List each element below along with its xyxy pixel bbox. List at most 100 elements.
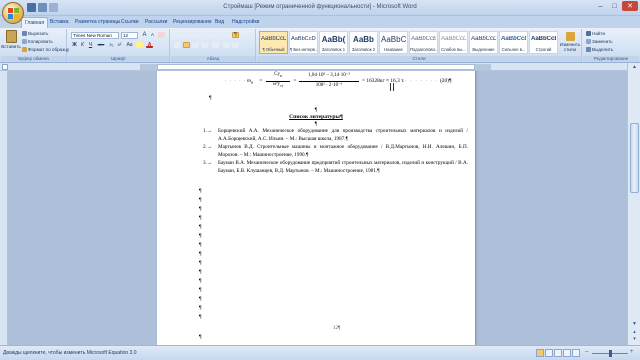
replace-label: Заменить	[592, 39, 613, 44]
font-size-field[interactable]: 12	[121, 32, 138, 39]
frac2-denominator: 100² · 2·10⁻³	[315, 83, 343, 88]
outline-icon[interactable]	[563, 349, 571, 357]
prev-page-icon[interactable]: ▴	[630, 329, 639, 336]
draft-icon[interactable]	[572, 349, 580, 357]
style-name: Заголовок 1	[321, 47, 346, 52]
equation-object[interactable]: · · · · · · mд = Cyв ω²yст = 1,04·10⁵ – …	[225, 71, 465, 93]
font-group-label: Шрифт	[68, 56, 169, 62]
grow-font-button[interactable]: A	[141, 32, 148, 38]
zoom-knob[interactable]	[609, 350, 612, 357]
style-heading-1[interactable]: AaBb( Заголовок 1	[319, 31, 348, 54]
style-subtle-emphasis[interactable]: AaBbCcD Слабое вы...	[439, 31, 468, 54]
numbering-icon[interactable]	[183, 32, 190, 38]
list-item: Борщевский А.А. Механическое оборудовани…	[218, 128, 468, 142]
window-title: Строймаш [Режим ограниченной функциональ…	[223, 4, 417, 10]
highlight-icon[interactable]	[136, 42, 143, 48]
style-title[interactable]: AaBbC Название	[379, 31, 408, 54]
paste-button[interactable]: Вставить	[1, 30, 21, 49]
tab-page-layout[interactable]: Разметка страницы	[72, 17, 123, 28]
zoom-slider[interactable]: – +	[584, 349, 636, 357]
find-button[interactable]: Найти	[586, 31, 605, 36]
align-right-icon[interactable]	[192, 42, 199, 48]
select-button[interactable]: Выделить	[586, 47, 613, 52]
justify-icon[interactable]	[201, 42, 208, 48]
font-name-field[interactable]: Times New Roman	[71, 32, 119, 39]
line-spacing-icon[interactable]	[212, 42, 219, 48]
style-sample: AaBb(	[321, 35, 346, 44]
zoom-in-icon[interactable]: +	[630, 349, 634, 355]
style-strong[interactable]: AaBbCcE Строгий	[529, 31, 558, 54]
subscript-button[interactable]: x₂	[108, 42, 115, 48]
tab-references[interactable]: Ссылки	[118, 17, 142, 28]
tab-insert[interactable]: Вставка	[47, 17, 72, 28]
vertical-ruler[interactable]	[0, 71, 8, 345]
change-styles-button[interactable]: Изменить стили	[560, 32, 580, 52]
borders-icon[interactable]	[232, 42, 239, 48]
minimize-button[interactable]: –	[594, 1, 607, 11]
style-heading-2[interactable]: AaBb Заголовок 2	[349, 31, 378, 54]
office-button[interactable]	[2, 2, 24, 24]
format-painter-button[interactable]: Формат по образцу	[22, 47, 69, 52]
shrink-font-button[interactable]: A	[149, 32, 156, 38]
increase-indent-icon[interactable]	[212, 32, 219, 38]
style-emphasis[interactable]: AaBbCcD Выделение	[469, 31, 498, 54]
tab-addins[interactable]: Надстройки	[229, 17, 262, 28]
full-screen-reading-icon[interactable]	[545, 349, 553, 357]
italic-button[interactable]: К	[79, 42, 86, 48]
select-arrow-icon	[586, 47, 591, 52]
paragraph-mark: ¶	[209, 95, 212, 101]
style-name: Выделение	[472, 47, 495, 52]
document-page[interactable]: · · · · · · mд = Cyв ω²yст = 1,04·10⁵ – …	[157, 71, 475, 345]
strikethrough-button[interactable]: abe	[96, 42, 106, 48]
horizontal-ruler[interactable]	[0, 63, 640, 71]
clear-format-icon[interactable]	[158, 32, 165, 38]
list-number: 2.→	[203, 144, 213, 150]
align-center-icon[interactable]	[183, 42, 190, 48]
align-left-icon[interactable]	[174, 42, 181, 48]
frac1-denominator: ω²yст	[272, 82, 284, 88]
paragraph-mark: ¶	[199, 296, 202, 302]
close-button[interactable]: ✕	[622, 1, 638, 11]
ruler-scale	[157, 64, 475, 70]
decrease-indent-icon[interactable]	[203, 32, 210, 38]
web-layout-icon[interactable]	[554, 349, 562, 357]
next-page-icon[interactable]: ▾	[630, 336, 639, 343]
cut-button[interactable]: Вырезать	[22, 31, 48, 36]
underline-button[interactable]: Ч	[87, 42, 94, 48]
scroll-down-icon[interactable]: ▼	[630, 321, 639, 328]
tab-selector-icon[interactable]	[2, 64, 8, 70]
multilevel-list-icon[interactable]	[192, 32, 199, 38]
text-cursor-icon	[390, 83, 394, 91]
change-case-button[interactable]: Aa	[126, 42, 133, 48]
bullets-icon[interactable]	[174, 32, 181, 38]
paragraph-mark: ¶	[199, 269, 202, 275]
paste-label: Вставить	[1, 44, 21, 49]
format-painter-label: Формат по образцу	[28, 47, 70, 52]
replace-button[interactable]: Заменить	[586, 39, 613, 44]
maximize-button[interactable]: □	[608, 1, 621, 11]
zoom-out-icon[interactable]: –	[585, 349, 588, 355]
style-no-spacing[interactable]: AaBbCcDd ¶ Без интерв...	[289, 31, 318, 54]
bold-button[interactable]: Ж	[71, 42, 78, 48]
style-intense-emphasis[interactable]: AaBbCcD Сильное в...	[499, 31, 528, 54]
style-subtitle[interactable]: AaBbCcE Подзаголово...	[409, 31, 438, 54]
vertical-scrollbar[interactable]: ▲ ▼ ▴ ▾	[627, 63, 640, 345]
style-normal[interactable]: AaBbCcD ¶ Обычный	[259, 31, 288, 54]
style-name: ¶ Без интерв...	[290, 47, 317, 52]
tab-view[interactable]: Вид	[212, 17, 227, 28]
scroll-thumb[interactable]	[630, 123, 639, 193]
superscript-button[interactable]: x²	[116, 42, 123, 48]
tab-mailings[interactable]: Рассылки	[142, 17, 170, 28]
font-color-button[interactable]: A	[146, 42, 153, 48]
show-marks-button[interactable]: ¶	[232, 32, 239, 38]
copy-button[interactable]: Копировать	[22, 39, 53, 44]
window-controls: – □ ✕	[594, 1, 638, 11]
sort-icon[interactable]	[223, 32, 230, 38]
shading-icon[interactable]	[223, 42, 230, 48]
tab-review[interactable]: Рецензирование	[170, 17, 215, 28]
scroll-up-icon[interactable]: ▲	[630, 64, 639, 71]
print-layout-icon[interactable]	[536, 349, 544, 357]
clipboard-group: Вставить Вырезать Копировать Формат по о…	[1, 29, 69, 62]
status-bar: Дважды щелкните, чтобы изменить Microsof…	[0, 345, 640, 360]
tab-home[interactable]: Главная	[21, 17, 49, 28]
